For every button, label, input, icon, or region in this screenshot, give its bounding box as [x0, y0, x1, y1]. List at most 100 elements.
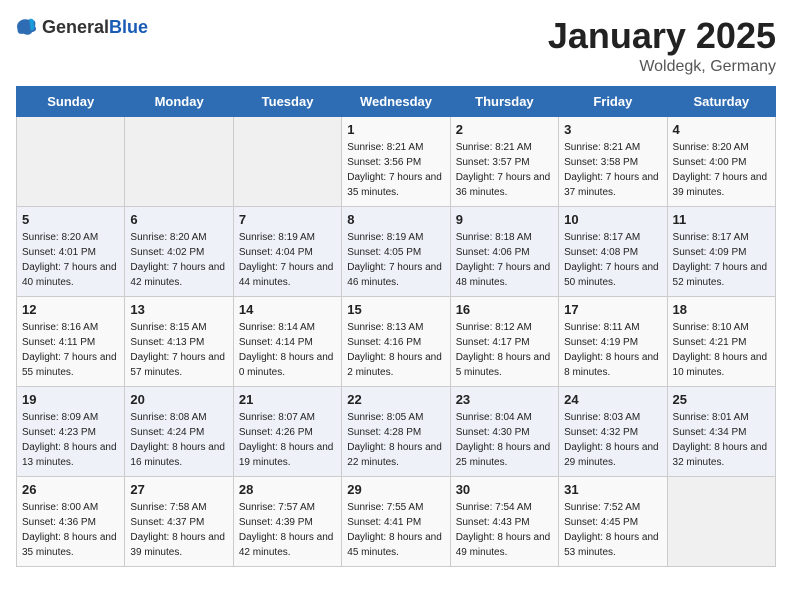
day-number: 8 [347, 212, 444, 227]
day-info: Sunrise: 8:05 AM Sunset: 4:28 PM Dayligh… [347, 410, 444, 470]
day-number: 12 [22, 302, 119, 317]
calendar-cell: 6 Sunrise: 8:20 AM Sunset: 4:02 PM Daylig… [125, 206, 233, 296]
weekday-header-monday: Monday [125, 86, 233, 116]
calendar-cell: 13 Sunrise: 8:15 AM Sunset: 4:13 PM Dayli… [125, 296, 233, 386]
week-row-1: 1Sunrise: 8:21 AM Sunset: 3:56 PM Daylig… [17, 116, 776, 206]
calendar-cell: 8 Sunrise: 8:19 AM Sunset: 4:05 PM Daylig… [342, 206, 450, 296]
calendar-cell: 27 Sunrise: 7:58 AM Sunset: 4:37 PM Dayli… [125, 476, 233, 566]
day-number: 30 [456, 482, 553, 497]
day-info: Sunrise: 8:03 AM Sunset: 4:32 PM Dayligh… [564, 410, 661, 470]
week-row-2: 5 Sunrise: 8:20 AM Sunset: 4:01 PM Daylig… [17, 206, 776, 296]
logo-general: General [42, 17, 109, 37]
day-info: Sunrise: 8:17 AM Sunset: 4:09 PM Dayligh… [673, 230, 770, 290]
weekday-header-sunday: Sunday [17, 86, 125, 116]
calendar-cell: 4Sunrise: 8:20 AM Sunset: 4:00 PM Daylig… [667, 116, 775, 206]
day-info: Sunrise: 8:20 AM Sunset: 4:02 PM Dayligh… [130, 230, 227, 290]
calendar-cell: 23 Sunrise: 8:04 AM Sunset: 4:30 PM Dayli… [450, 386, 558, 476]
calendar-cell [125, 116, 233, 206]
week-row-3: 12 Sunrise: 8:16 AM Sunset: 4:11 PM Dayli… [17, 296, 776, 386]
calendar-cell: 17 Sunrise: 8:11 AM Sunset: 4:19 PM Dayli… [559, 296, 667, 386]
day-info: Sunrise: 8:00 AM Sunset: 4:36 PM Dayligh… [22, 500, 119, 560]
day-info: Sunrise: 8:19 AM Sunset: 4:04 PM Dayligh… [239, 230, 336, 290]
day-info: Sunrise: 8:17 AM Sunset: 4:08 PM Dayligh… [564, 230, 661, 290]
day-number: 24 [564, 392, 661, 407]
calendar-cell: 18 Sunrise: 8:10 AM Sunset: 4:21 PM Dayli… [667, 296, 775, 386]
day-info: Sunrise: 8:19 AM Sunset: 4:05 PM Dayligh… [347, 230, 444, 290]
day-info: Sunrise: 7:58 AM Sunset: 4:37 PM Dayligh… [130, 500, 227, 560]
weekday-header-row: SundayMondayTuesdayWednesdayThursdayFrid… [17, 86, 776, 116]
weekday-header-thursday: Thursday [450, 86, 558, 116]
logo-icon [16, 16, 38, 38]
day-number: 14 [239, 302, 336, 317]
calendar-cell: 1Sunrise: 8:21 AM Sunset: 3:56 PM Daylig… [342, 116, 450, 206]
day-number: 26 [22, 482, 119, 497]
day-number: 29 [347, 482, 444, 497]
calendar-body: 1Sunrise: 8:21 AM Sunset: 3:56 PM Daylig… [17, 116, 776, 566]
calendar-cell: 14 Sunrise: 8:14 AM Sunset: 4:14 PM Dayli… [233, 296, 341, 386]
day-info: Sunrise: 8:20 AM Sunset: 4:01 PM Dayligh… [22, 230, 119, 290]
day-number: 11 [673, 212, 770, 227]
day-number: 10 [564, 212, 661, 227]
day-info: Sunrise: 7:57 AM Sunset: 4:39 PM Dayligh… [239, 500, 336, 560]
header: GeneralBlue January 2025 Woldegk, German… [16, 16, 776, 76]
calendar-cell: 29 Sunrise: 7:55 AM Sunset: 4:41 PM Dayli… [342, 476, 450, 566]
calendar-cell: 10 Sunrise: 8:17 AM Sunset: 4:08 PM Dayli… [559, 206, 667, 296]
weekday-header-friday: Friday [559, 86, 667, 116]
calendar-cell [233, 116, 341, 206]
day-info: Sunrise: 8:04 AM Sunset: 4:30 PM Dayligh… [456, 410, 553, 470]
weekday-header-tuesday: Tuesday [233, 86, 341, 116]
day-number: 21 [239, 392, 336, 407]
day-info: Sunrise: 8:21 AM Sunset: 3:57 PM Dayligh… [456, 140, 553, 200]
day-info: Sunrise: 8:11 AM Sunset: 4:19 PM Dayligh… [564, 320, 661, 380]
calendar-cell: 31Sunrise: 7:52 AM Sunset: 4:45 PM Dayli… [559, 476, 667, 566]
day-info: Sunrise: 8:01 AM Sunset: 4:34 PM Dayligh… [673, 410, 770, 470]
day-number: 5 [22, 212, 119, 227]
calendar-cell: 5 Sunrise: 8:20 AM Sunset: 4:01 PM Daylig… [17, 206, 125, 296]
day-number: 17 [564, 302, 661, 317]
day-info: Sunrise: 8:14 AM Sunset: 4:14 PM Dayligh… [239, 320, 336, 380]
day-info: Sunrise: 8:20 AM Sunset: 4:00 PM Dayligh… [673, 140, 770, 200]
day-number: 13 [130, 302, 227, 317]
day-info: Sunrise: 8:21 AM Sunset: 3:58 PM Dayligh… [564, 140, 661, 200]
day-number: 31 [564, 482, 661, 497]
week-row-4: 19Sunrise: 8:09 AM Sunset: 4:23 PM Dayli… [17, 386, 776, 476]
calendar-cell: 15 Sunrise: 8:13 AM Sunset: 4:16 PM Dayli… [342, 296, 450, 386]
day-number: 9 [456, 212, 553, 227]
logo-blue: Blue [109, 17, 148, 37]
month-title: January 2025 [548, 16, 776, 56]
calendar-cell: 11 Sunrise: 8:17 AM Sunset: 4:09 PM Dayli… [667, 206, 775, 296]
calendar-cell: 19Sunrise: 8:09 AM Sunset: 4:23 PM Dayli… [17, 386, 125, 476]
day-info: Sunrise: 8:10 AM Sunset: 4:21 PM Dayligh… [673, 320, 770, 380]
day-info: Sunrise: 8:09 AM Sunset: 4:23 PM Dayligh… [22, 410, 119, 470]
calendar-cell: 21 Sunrise: 8:07 AM Sunset: 4:26 PM Dayli… [233, 386, 341, 476]
calendar-cell: 22 Sunrise: 8:05 AM Sunset: 4:28 PM Dayli… [342, 386, 450, 476]
day-number: 27 [130, 482, 227, 497]
calendar-cell: 9 Sunrise: 8:18 AM Sunset: 4:06 PM Daylig… [450, 206, 558, 296]
day-number: 18 [673, 302, 770, 317]
day-info: Sunrise: 7:55 AM Sunset: 4:41 PM Dayligh… [347, 500, 444, 560]
calendar-cell: 3 Sunrise: 8:21 AM Sunset: 3:58 PM Daylig… [559, 116, 667, 206]
day-number: 3 [564, 122, 661, 137]
calendar-cell: 24 Sunrise: 8:03 AM Sunset: 4:32 PM Dayli… [559, 386, 667, 476]
day-number: 28 [239, 482, 336, 497]
day-number: 15 [347, 302, 444, 317]
day-info: Sunrise: 8:07 AM Sunset: 4:26 PM Dayligh… [239, 410, 336, 470]
calendar-table: SundayMondayTuesdayWednesdayThursdayFrid… [16, 86, 776, 567]
calendar-cell: 12 Sunrise: 8:16 AM Sunset: 4:11 PM Dayli… [17, 296, 125, 386]
day-info: Sunrise: 7:54 AM Sunset: 4:43 PM Dayligh… [456, 500, 553, 560]
day-number: 22 [347, 392, 444, 407]
day-info: Sunrise: 8:15 AM Sunset: 4:13 PM Dayligh… [130, 320, 227, 380]
day-info: Sunrise: 8:13 AM Sunset: 4:16 PM Dayligh… [347, 320, 444, 380]
weekday-header-saturday: Saturday [667, 86, 775, 116]
day-info: Sunrise: 8:18 AM Sunset: 4:06 PM Dayligh… [456, 230, 553, 290]
day-number: 7 [239, 212, 336, 227]
day-info: Sunrise: 8:16 AM Sunset: 4:11 PM Dayligh… [22, 320, 119, 380]
calendar-cell: 28 Sunrise: 7:57 AM Sunset: 4:39 PM Dayli… [233, 476, 341, 566]
day-number: 23 [456, 392, 553, 407]
day-number: 6 [130, 212, 227, 227]
calendar-cell: 2 Sunrise: 8:21 AM Sunset: 3:57 PM Daylig… [450, 116, 558, 206]
day-info: Sunrise: 8:21 AM Sunset: 3:56 PM Dayligh… [347, 140, 444, 200]
week-row-5: 26 Sunrise: 8:00 AM Sunset: 4:36 PM Dayli… [17, 476, 776, 566]
calendar-cell [17, 116, 125, 206]
day-number: 2 [456, 122, 553, 137]
